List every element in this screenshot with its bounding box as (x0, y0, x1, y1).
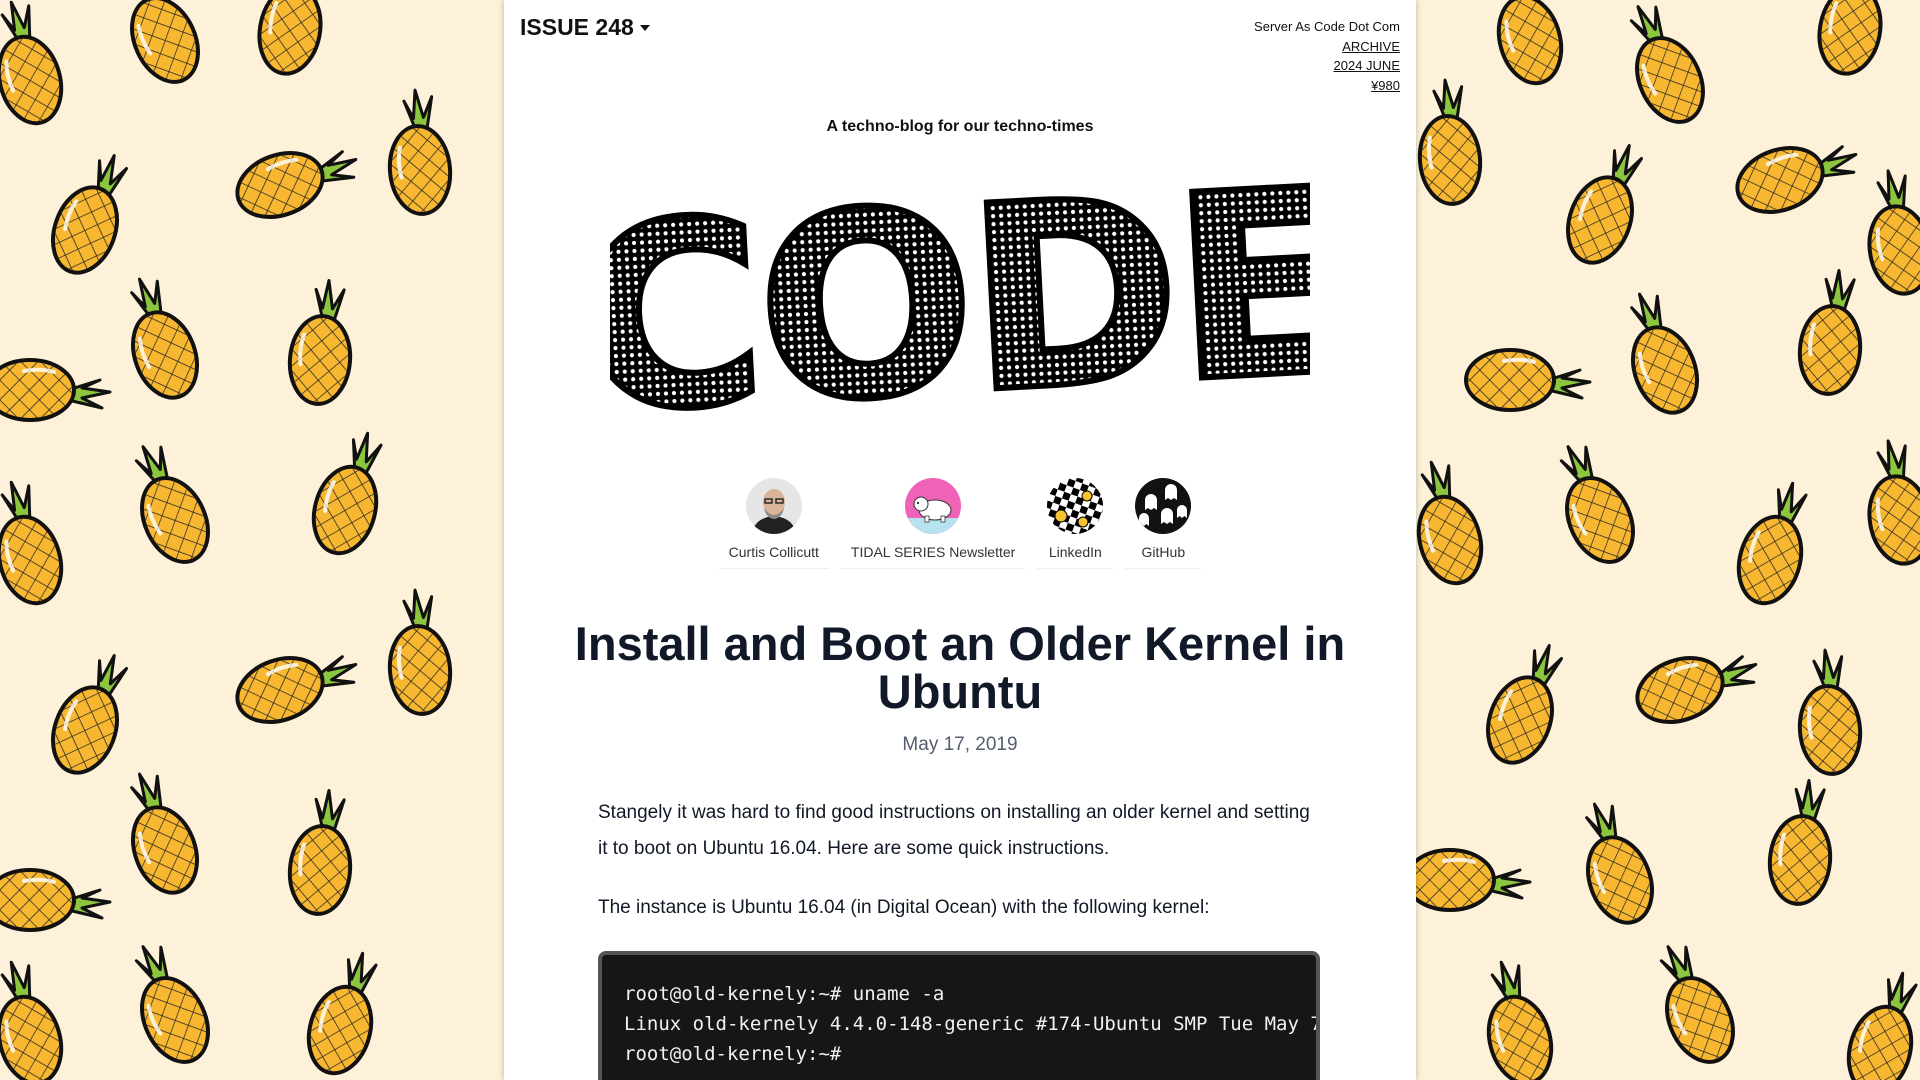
issue-label: ISSUE 248 (520, 14, 634, 40)
edition-link[interactable]: 2024 JUNE (1254, 56, 1400, 76)
profile-curtis-collicutt[interactable]: Curtis Collicutt (718, 478, 829, 569)
profile-label: GitHub (1141, 544, 1186, 560)
code-line: root@old-kernely:~# (624, 1043, 842, 1065)
site-meta: Server As Code Dot Com ARCHIVE 2024 JUNE… (1254, 17, 1400, 95)
profile-linkedin[interactable]: LinkedIn (1037, 478, 1114, 569)
code-line: root@old-kernely:~# uname -a (624, 983, 945, 1005)
article-paragraph: Stangely it was hard to find good instru… (598, 802, 1310, 859)
polar-bear-avatar-icon (905, 478, 962, 534)
pineapple-group-left (0, 0, 456, 1080)
site-tagline: A techno-blog for our techno-times (826, 118, 1094, 135)
pineapple-group-right (1398, 0, 1920, 1080)
chevron-down-icon (639, 24, 650, 31)
issue-dropdown[interactable]: ISSUE 248 (520, 14, 650, 41)
article-date: May 17, 2019 (902, 734, 1018, 755)
archive-link[interactable]: ARCHIVE (1254, 37, 1400, 57)
article-title: Install and Boot an Older Kernel in Ubun… (574, 617, 1346, 718)
profile-github[interactable]: GitHub (1125, 478, 1202, 569)
site-name: Server As Code Dot Com (1254, 19, 1400, 34)
code-block: root@old-kernely:~# uname -a Linux old-k… (598, 951, 1320, 1080)
profile-label: LinkedIn (1048, 544, 1102, 560)
price-link[interactable]: ¥980 (1254, 76, 1400, 96)
profile-tidal-series-newsletter[interactable]: TIDAL SERIES Newsletter (840, 478, 1026, 569)
profile-label: TIDAL SERIES Newsletter (850, 544, 1016, 560)
article-page: ISSUE 248 Server As Code Dot Com ARCHIVE… (504, 0, 1416, 1080)
code-line: Linux old-kernely 4.4.0-148-generic #174… (624, 1013, 1320, 1035)
ghost-pattern-avatar-icon (1135, 478, 1192, 534)
code-logo: CODE (610, 150, 1310, 440)
code-logo-text: CODE (610, 150, 1310, 440)
profile-links: Curtis Collicutt TIDAL SERIES Newsletter (504, 478, 1416, 569)
checkerboard-smiley-avatar-icon (1047, 478, 1104, 534)
article-paragraph: The instance is Ubuntu 16.04 (in Digital… (598, 897, 1210, 918)
avatar-photo-icon (745, 478, 802, 534)
profile-label: Curtis Collicutt (728, 544, 819, 560)
